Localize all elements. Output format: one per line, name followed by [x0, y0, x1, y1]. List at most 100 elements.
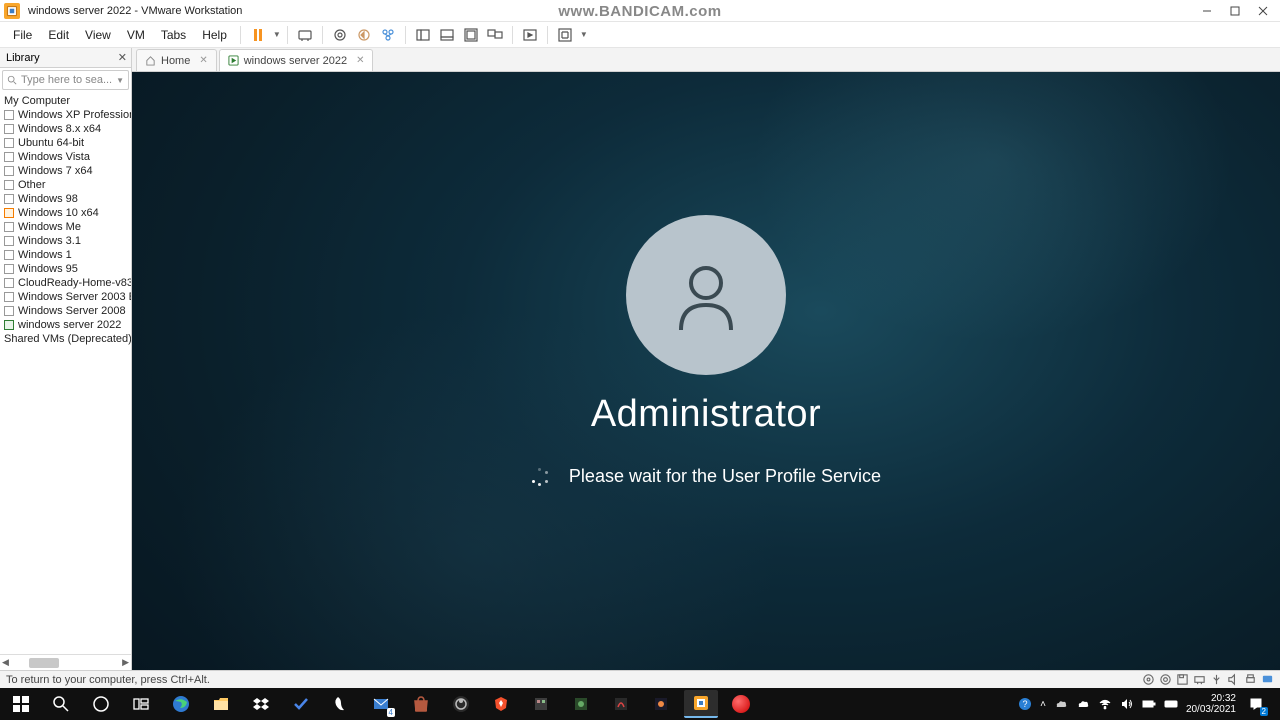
- network-icon[interactable]: [1193, 673, 1206, 686]
- menu-file[interactable]: File: [6, 25, 39, 45]
- tray-volume-icon[interactable]: [1120, 697, 1134, 711]
- usb-icon[interactable]: [1210, 673, 1223, 686]
- taskbar-brave[interactable]: [484, 690, 518, 718]
- vm-item[interactable]: Windows Server 2003 Ent: [0, 290, 131, 304]
- menu-tabs[interactable]: Tabs: [154, 25, 193, 45]
- floppy-icon[interactable]: [1176, 673, 1189, 686]
- vm-item[interactable]: Windows 98: [0, 192, 131, 206]
- taskbar-dropbox[interactable]: [244, 690, 278, 718]
- vm-item[interactable]: Ubuntu 64-bit: [0, 136, 131, 150]
- tree-root-my-computer[interactable]: My Computer: [0, 94, 131, 108]
- taskbar-app-3[interactable]: [564, 690, 598, 718]
- vm-item[interactable]: Windows XP Professional: [0, 108, 131, 122]
- power-dropdown[interactable]: ▼: [273, 30, 281, 39]
- login-status-text: Please wait for the User Profile Service: [569, 466, 881, 487]
- taskbar-app-5[interactable]: [644, 690, 678, 718]
- cortana-button[interactable]: [84, 690, 118, 718]
- vm-item[interactable]: CloudReady-Home-v83-x: [0, 276, 131, 290]
- clock-time: 20:32: [1186, 693, 1236, 704]
- taskbar-app-1[interactable]: [324, 690, 358, 718]
- vm-item[interactable]: Windows 8.x x64: [0, 122, 131, 136]
- tray-help-icon[interactable]: ?: [1018, 697, 1032, 711]
- library-search-input[interactable]: Type here to sea... ▼: [2, 70, 129, 90]
- system-tray: ? ˄ 20:32 20/03/2021 2: [1018, 692, 1276, 716]
- taskbar-mail[interactable]: 4: [364, 690, 398, 718]
- snapshot-button[interactable]: [329, 24, 351, 46]
- tray-battery-icon[interactable]: [1142, 697, 1156, 711]
- menu-view[interactable]: View: [78, 25, 118, 45]
- vm-item-current[interactable]: windows server 2022: [0, 318, 131, 332]
- show-library-button[interactable]: [412, 24, 434, 46]
- guest-screen[interactable]: Administrator Please wait for the User P…: [132, 72, 1280, 670]
- tab-current-vm[interactable]: windows server 2022 ✕: [219, 49, 374, 71]
- folder-view-button[interactable]: [460, 24, 482, 46]
- library-title: Library: [6, 52, 40, 64]
- menu-help[interactable]: Help: [195, 25, 234, 45]
- sound-icon[interactable]: [1227, 673, 1240, 686]
- vm-item[interactable]: Windows 10 x64: [0, 206, 131, 220]
- close-button[interactable]: [1250, 2, 1276, 20]
- vmware-app-icon: [4, 3, 20, 19]
- multi-monitor-button[interactable]: [484, 24, 506, 46]
- taskbar-app-4[interactable]: [604, 690, 638, 718]
- tab-home-close[interactable]: ✕: [199, 55, 207, 66]
- vm-item[interactable]: Windows Server 2008: [0, 304, 131, 318]
- search-dropdown-icon[interactable]: ▼: [116, 76, 124, 85]
- login-status: Please wait for the User Profile Service: [531, 466, 881, 487]
- taskbar-clock[interactable]: 20:32 20/03/2021: [1186, 693, 1236, 715]
- manage-snapshots-button[interactable]: [377, 24, 399, 46]
- status-hint: To return to your computer, press Ctrl+A…: [6, 674, 210, 686]
- tray-keyboard-icon[interactable]: [1164, 697, 1178, 711]
- maximize-button[interactable]: [1222, 2, 1248, 20]
- vm-tree: My Computer Windows XP Professional Wind…: [0, 92, 131, 654]
- vm-item[interactable]: Other: [0, 178, 131, 192]
- pause-vm-button[interactable]: [247, 24, 269, 46]
- library-horizontal-scrollbar[interactable]: ◀▶: [0, 654, 131, 670]
- revert-snapshot-button[interactable]: [353, 24, 375, 46]
- printer-icon[interactable]: [1244, 673, 1257, 686]
- unity-button[interactable]: [554, 24, 576, 46]
- taskbar-bandicam-record[interactable]: [724, 690, 758, 718]
- tray-wifi-icon[interactable]: [1098, 697, 1112, 711]
- taskbar-vmware[interactable]: [684, 690, 718, 718]
- tab-current-close[interactable]: ✕: [356, 55, 364, 66]
- tab-current-label: windows server 2022: [244, 55, 347, 67]
- clock-date: 20/03/2021: [1186, 704, 1236, 715]
- tab-home[interactable]: Home ✕: [136, 49, 217, 71]
- disk-icon[interactable]: [1142, 673, 1155, 686]
- vm-item[interactable]: Windows Me: [0, 220, 131, 234]
- taskbar-explorer[interactable]: [204, 690, 238, 718]
- start-button[interactable]: [4, 690, 38, 718]
- taskbar-store[interactable]: [404, 690, 438, 718]
- fullscreen-button[interactable]: [519, 24, 541, 46]
- library-close-button[interactable]: ✕: [118, 51, 127, 64]
- notifications-button[interactable]: 2: [1244, 692, 1268, 716]
- tree-shared-vms[interactable]: Shared VMs (Deprecated): [0, 332, 131, 346]
- send-ctrl-alt-del-button[interactable]: [294, 24, 316, 46]
- vm-item[interactable]: Windows 7 x64: [0, 164, 131, 178]
- vm-item[interactable]: Windows 1: [0, 248, 131, 262]
- minimize-button[interactable]: [1194, 2, 1220, 20]
- menu-edit[interactable]: Edit: [41, 25, 76, 45]
- tray-cloud-icon[interactable]: [1076, 697, 1090, 711]
- task-view-button[interactable]: [124, 690, 158, 718]
- vm-item[interactable]: Windows 3.1: [0, 234, 131, 248]
- stretch-dropdown[interactable]: ▼: [580, 30, 588, 39]
- record-icon: [732, 695, 750, 713]
- menu-vm[interactable]: VM: [120, 25, 152, 45]
- taskbar-app-2[interactable]: [524, 690, 558, 718]
- tray-chevron-up-icon[interactable]: ˄: [1040, 699, 1046, 710]
- thumbnail-bar-button[interactable]: [436, 24, 458, 46]
- vm-panel: Home ✕ windows server 2022 ✕ Administrat…: [132, 48, 1280, 670]
- cd-icon[interactable]: [1159, 673, 1172, 686]
- taskbar-search[interactable]: [44, 690, 78, 718]
- tray-onedrive-icon[interactable]: [1054, 697, 1068, 711]
- taskbar-edge[interactable]: [164, 690, 198, 718]
- vm-item[interactable]: Windows Vista: [0, 150, 131, 164]
- taskbar-obs[interactable]: [444, 690, 478, 718]
- taskbar-todo[interactable]: [284, 690, 318, 718]
- library-header: Library ✕: [0, 48, 131, 68]
- menu-bar: File Edit View VM Tabs Help ▼ ▼: [0, 22, 1280, 48]
- display-icon[interactable]: [1261, 673, 1274, 686]
- vm-item[interactable]: Windows 95: [0, 262, 131, 276]
